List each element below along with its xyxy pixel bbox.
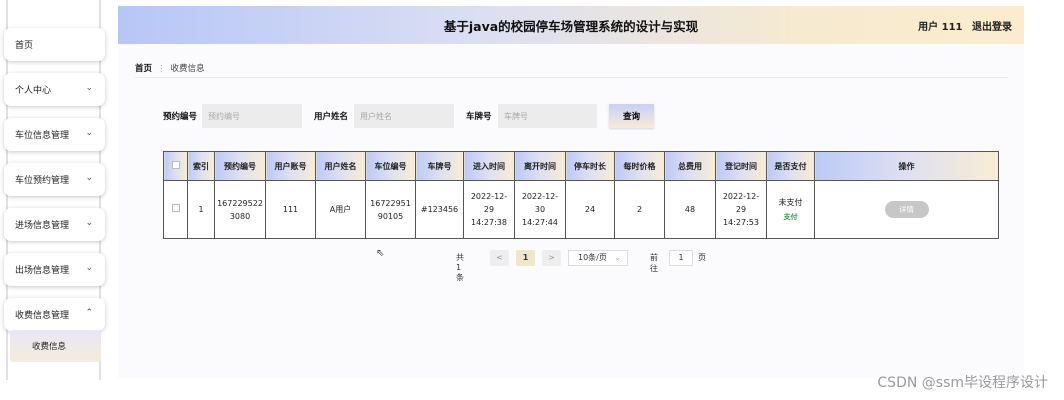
app-title: 基于java的校园停车场管理系统的设计与实现 bbox=[443, 18, 699, 34]
chevron-down-icon: ⌄ bbox=[85, 173, 93, 183]
prev-page-button[interactable]: < bbox=[490, 250, 509, 266]
booking-no-label: 预约编号 bbox=[163, 112, 198, 122]
user-name-label: 用户姓名 bbox=[314, 112, 349, 122]
column-header: 离开时间 bbox=[514, 151, 566, 181]
cell-actions: 详情 bbox=[814, 180, 999, 239]
column-header: 车位编号 bbox=[365, 151, 416, 181]
chevron-down-icon: ⌄ bbox=[85, 218, 93, 228]
cell-price: 2 bbox=[614, 180, 665, 239]
breadcrumb-current: 收费信息 bbox=[170, 64, 205, 74]
user-name-input[interactable] bbox=[354, 104, 454, 128]
user-name: 用户 111 bbox=[918, 22, 963, 33]
cell-user-name: A用户 bbox=[315, 180, 366, 239]
main-content: 首页 ⋮ 收费信息 预约编号 用户姓名 车牌号 查询 索引 预约编号 用户账号 用户… bbox=[118, 44, 1024, 378]
sidebar-item-personal-center[interactable]: 个人中心 ⌄ bbox=[4, 73, 105, 106]
current-page-button[interactable]: 1 bbox=[516, 250, 535, 266]
column-header: 车牌号 bbox=[415, 151, 464, 181]
cell-account: 111 bbox=[265, 180, 316, 239]
sidebar-item-label: 车位信息管理 bbox=[15, 131, 70, 141]
sidebar-subitem-fee[interactable]: 收费信息 bbox=[10, 330, 101, 362]
plate-input[interactable] bbox=[498, 104, 597, 128]
sidebar-item-label: 收费信息管理 bbox=[15, 311, 70, 321]
cell-duration: 24 bbox=[565, 180, 615, 239]
column-header: 操作 bbox=[814, 151, 999, 181]
goto-page-input[interactable]: 1 bbox=[669, 250, 693, 266]
sidebar-item-label: 个人中心 bbox=[15, 86, 52, 96]
sidebar-subitem-label: 收费信息 bbox=[32, 342, 67, 352]
column-header: 每时价格 bbox=[614, 151, 665, 181]
sidebar-item-entry-info[interactable]: 进场信息管理 ⌄ bbox=[4, 208, 105, 241]
cell-enter-time: 2022-12-29 14:27:38 bbox=[463, 180, 515, 239]
fee-table: 索引 预约编号 用户账号 用户姓名 车位编号 车牌号 进入时间 离开时间 停车时… bbox=[163, 151, 999, 239]
booking-no-input[interactable] bbox=[202, 104, 302, 128]
pagination-total: 共 1 条 bbox=[456, 253, 464, 282]
sidebar-item-home[interactable]: 首页 bbox=[4, 28, 105, 61]
column-header: 索引 bbox=[187, 151, 215, 181]
breadcrumb-separator: ⋮ bbox=[157, 64, 166, 74]
cell-index: 1 bbox=[187, 180, 215, 239]
sidebar-item-fee-info[interactable]: 收费信息管理 ⌃ bbox=[4, 298, 105, 331]
row-checkbox[interactable] bbox=[171, 204, 180, 212]
table-row: 1 1672295223080 111 A用户 1672295190105 #1… bbox=[163, 180, 999, 239]
paid-status-text: 未支付 bbox=[778, 197, 803, 207]
header-bar: 基于java的校园停车场管理系统的设计与实现 用户 111 退出登录 bbox=[118, 6, 1024, 44]
plate-label: 车牌号 bbox=[466, 112, 492, 122]
chevron-down-icon: ⌄ bbox=[85, 83, 93, 93]
table-header-row: 索引 预约编号 用户账号 用户姓名 车位编号 车牌号 进入时间 离开时间 停车时… bbox=[163, 151, 999, 181]
select-all-header[interactable] bbox=[163, 151, 188, 181]
column-header: 用户账号 bbox=[265, 151, 316, 181]
sidebar: 首页 个人中心 ⌄ 车位信息管理 ⌄ 车位预约管理 ⌄ 进场信息管理 ⌄ 出场信… bbox=[0, 0, 112, 380]
cell-leave-time: 2022-12-30 14:27:44 bbox=[514, 180, 566, 239]
goto-label: 前往 bbox=[650, 253, 658, 273]
sidebar-item-label: 车位预约管理 bbox=[15, 176, 70, 186]
sidebar-item-label: 进场信息管理 bbox=[15, 221, 70, 231]
detail-button[interactable]: 详情 bbox=[884, 201, 929, 218]
breadcrumb: 首页 ⋮ 收费信息 bbox=[135, 62, 205, 74]
search-button[interactable]: 查询 bbox=[609, 104, 654, 128]
chevron-down-icon: ⌄ bbox=[85, 128, 93, 138]
pay-link[interactable]: 支付 bbox=[769, 211, 812, 224]
cell-spot-no: 1672295190105 bbox=[365, 180, 416, 239]
sidebar-item-spot-booking[interactable]: 车位预约管理 ⌄ bbox=[4, 163, 105, 196]
page-unit-label: 页 bbox=[698, 253, 706, 262]
sidebar-item-label: 出场信息管理 bbox=[15, 266, 70, 276]
watermark: CSDN @ssm毕设程序设计 bbox=[877, 375, 1048, 391]
column-header: 停车时长 bbox=[565, 151, 615, 181]
chevron-down-icon: ⌄ bbox=[614, 253, 621, 262]
cell-paid-status: 未支付 支付 bbox=[766, 180, 815, 239]
column-header: 预约编号 bbox=[214, 151, 266, 181]
breadcrumb-home[interactable]: 首页 bbox=[135, 64, 152, 74]
column-header: 总费用 bbox=[664, 151, 716, 181]
cell-register-time: 2022-12-29 14:27:53 bbox=[715, 180, 767, 239]
page-size-value: 10条/页 bbox=[578, 253, 607, 262]
chevron-down-icon: ⌄ bbox=[85, 263, 93, 273]
next-page-button[interactable]: > bbox=[542, 250, 561, 266]
column-header: 用户姓名 bbox=[315, 151, 366, 181]
page-size-select[interactable]: 10条/页 ⌄ bbox=[568, 250, 628, 266]
cell-total: 48 bbox=[664, 180, 716, 239]
sidebar-item-spot-info[interactable]: 车位信息管理 ⌄ bbox=[4, 118, 105, 151]
column-header: 登记时间 bbox=[715, 151, 767, 181]
user-area: 用户 111 退出登录 bbox=[912, 18, 1012, 33]
column-header: 进入时间 bbox=[463, 151, 515, 181]
sidebar-item-exit-info[interactable]: 出场信息管理 ⌄ bbox=[4, 253, 105, 286]
column-header: 是否支付 bbox=[766, 151, 815, 181]
breadcrumb-divider bbox=[135, 77, 1008, 78]
chevron-up-icon: ⌃ bbox=[85, 308, 93, 318]
cell-booking-no: 1672295223080 bbox=[214, 180, 266, 239]
sidebar-item-label: 首页 bbox=[15, 41, 34, 51]
logout-link[interactable]: 退出登录 bbox=[972, 22, 1012, 33]
select-all-checkbox[interactable] bbox=[171, 161, 180, 169]
row-select-cell[interactable] bbox=[163, 180, 188, 239]
cell-plate: #123456 bbox=[415, 180, 464, 239]
mouse-pointer-icon: ⇖ bbox=[376, 248, 385, 259]
